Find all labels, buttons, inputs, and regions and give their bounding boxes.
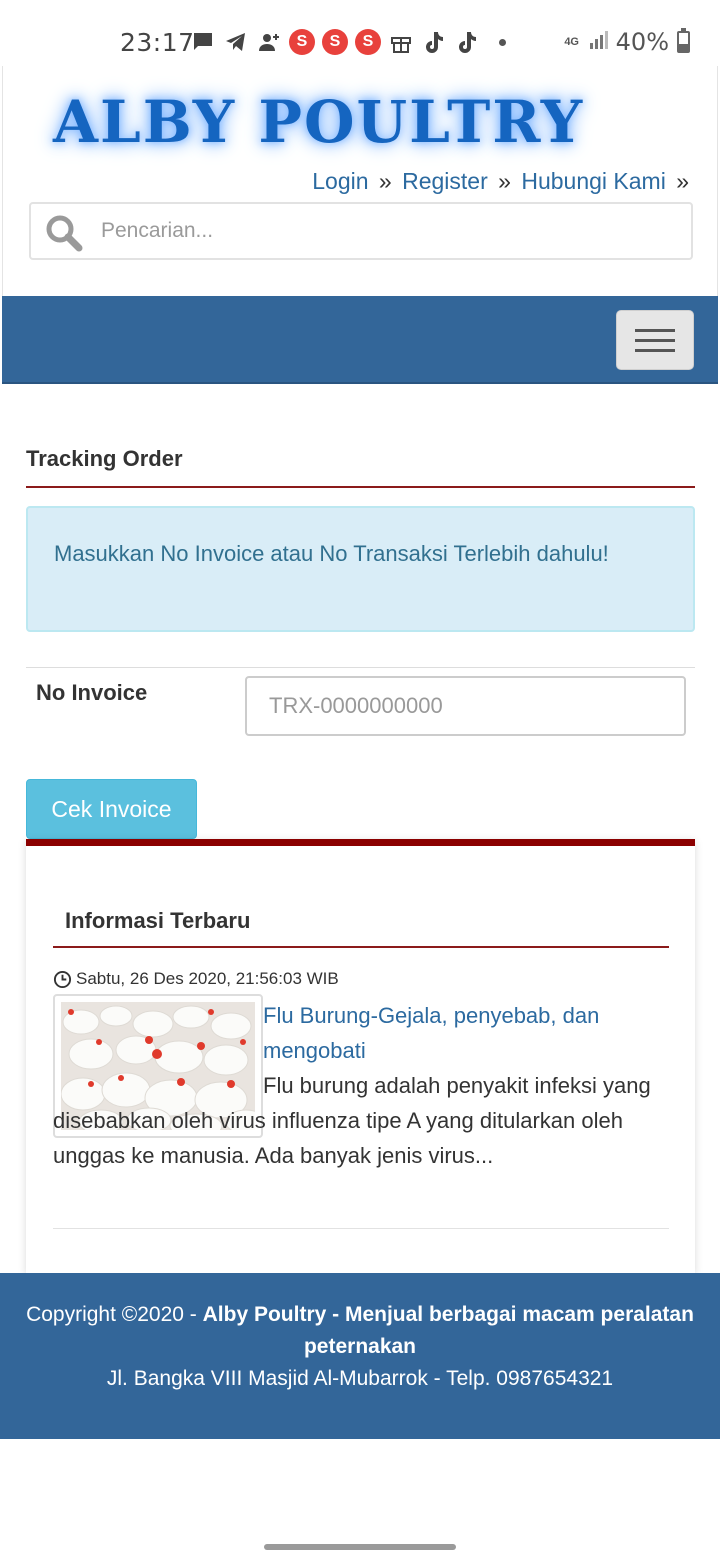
search-input[interactable] [101, 204, 681, 258]
copyright-line: Copyright ©2020 - Alby Poultry - Menjual… [0, 1299, 720, 1363]
tiktok-icon [421, 29, 447, 55]
battery-icon [677, 28, 690, 53]
contact-link[interactable]: Hubungi Kami [521, 168, 665, 194]
site-header: ALBY POULTRY Login » Register » Hubungi … [2, 66, 718, 296]
shopee-s-icon: S [355, 29, 381, 55]
hamburger-line [635, 349, 675, 352]
login-link[interactable]: Login [312, 168, 368, 194]
search-box[interactable] [29, 202, 693, 260]
footer-address: Jl. Bangka VIII Masjid Al-Mubarrok - Tel… [106, 1367, 614, 1390]
shopee-s-icon: S [322, 29, 348, 55]
tiktok-icon [454, 29, 480, 55]
copyright-company: Alby Poultry - Menjual berbagai macam pe… [202, 1303, 694, 1358]
post-date-text: Sabtu, 26 Des 2020, 21:56:03 WIB [76, 969, 339, 988]
top-links: Login » Register » Hubungi Kami » [312, 168, 693, 195]
link-separator: » [498, 168, 511, 194]
notification-icons: S S S [190, 28, 506, 56]
invoice-input[interactable] [245, 676, 686, 736]
info-alert: Masukkan No Invoice atau No Transaksi Te… [26, 506, 695, 632]
link-separator: » [378, 168, 392, 194]
site-logo[interactable]: ALBY POULTRY [53, 88, 584, 156]
link-separator: » [676, 168, 689, 194]
search-icon[interactable] [45, 214, 83, 252]
dot-icon [499, 38, 506, 46]
copyright-prefix: Copyright ©2020 - [26, 1303, 203, 1326]
check-invoice-button[interactable]: Cek Invoice [26, 779, 197, 839]
register-link[interactable]: Register [402, 168, 488, 194]
title-divider [26, 486, 695, 488]
status-bar: 23:17 S S S 4G 40% [0, 0, 720, 66]
battery-percent: 40% [615, 28, 669, 56]
gesture-home-bar[interactable] [264, 1544, 456, 1550]
info-title: Informasi Terbaru [65, 908, 251, 933]
status-time: 23:17 [120, 28, 195, 57]
status-right: 4G 40% [562, 28, 690, 56]
form-divider [26, 667, 695, 668]
chat-icon [190, 29, 216, 55]
post-divider [53, 1228, 669, 1229]
telegram-icon [223, 29, 249, 55]
hamburger-line [635, 329, 675, 332]
menu-toggle-button[interactable] [616, 310, 694, 370]
post-title-link[interactable]: Flu Burung-Gejala, penyebab, dan mengoba… [263, 998, 673, 1068]
post-date: Sabtu, 26 Des 2020, 21:56:03 WIB [53, 969, 339, 989]
hamburger-line [635, 339, 675, 342]
latest-info-panel: Informasi Terbaru Sabtu, 26 Des 2020, 21… [26, 839, 695, 1273]
signal-icon [588, 29, 610, 56]
site-footer: Copyright ©2020 - Alby Poultry - Menjual… [0, 1273, 720, 1439]
tracking-title: Tracking Order [26, 446, 183, 471]
network-type: 4G [564, 35, 579, 48]
gift-icon [388, 29, 414, 55]
info-divider [53, 946, 669, 948]
add-person-icon [256, 29, 282, 55]
clock-icon [53, 970, 72, 988]
shopee-s-icon: S [289, 29, 315, 55]
post-excerpt: Flu burung adalah penyakit infeksi yang … [53, 1073, 651, 1168]
main-navbar [2, 296, 718, 384]
invoice-label: No Invoice [36, 680, 148, 705]
